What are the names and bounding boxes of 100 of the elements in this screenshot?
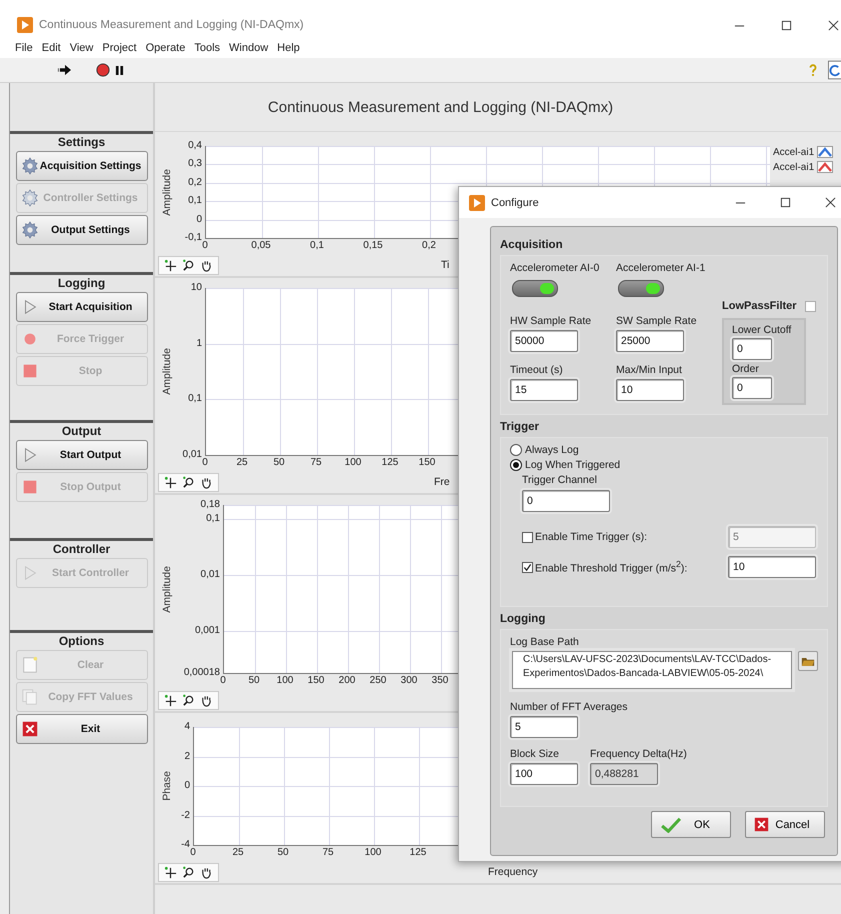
menu-item[interactable]: Help (277, 42, 300, 54)
maximize-icon[interactable] (780, 197, 791, 208)
cancel-button[interactable]: Cancel (745, 811, 825, 838)
checkbox[interactable] (804, 300, 816, 312)
crosshair-icon[interactable] (164, 694, 177, 706)
folder-icon (801, 656, 816, 666)
field-label: Frequency Delta(Hz) (590, 748, 687, 760)
input-field[interactable]: 0 (732, 377, 772, 399)
stop-icon[interactable] (96, 63, 110, 77)
hand-icon[interactable] (200, 866, 213, 878)
ok-button[interactable]: OK (651, 811, 731, 838)
group-title: Acquisition (500, 239, 564, 251)
graph-palette[interactable] (158, 690, 219, 710)
tick-label: 10 (190, 281, 202, 295)
axis-label: Amplitude (161, 168, 173, 216)
tick-label: 0,05 (251, 240, 271, 251)
menu-item[interactable]: Tools (194, 42, 220, 54)
menu-item[interactable]: Project (102, 42, 137, 54)
tick-label: 75 (322, 847, 334, 858)
input-field[interactable]: 50000 (510, 330, 578, 352)
field-label: SW Sample Rate (616, 315, 698, 327)
tick-label: 50 (273, 457, 285, 468)
hand-icon[interactable] (200, 476, 213, 488)
tick-label: 0 (220, 675, 226, 686)
legend-line-icon (817, 161, 834, 173)
tick-label: 200 (338, 675, 356, 686)
tick-label: 0,1 (206, 512, 220, 526)
input-field[interactable]: 25000 (616, 330, 684, 352)
menu-item[interactable]: View (70, 42, 94, 54)
tick-label: 1 (196, 336, 202, 351)
field-label: Lower Cutoff (732, 324, 792, 336)
menu-item[interactable]: Window (229, 42, 268, 54)
refresh-icon[interactable] (828, 60, 841, 80)
input-field[interactable]: 10 (616, 379, 684, 401)
close-icon[interactable] (828, 20, 839, 30)
graph-palette[interactable] (158, 256, 219, 274)
section-title: Logging (58, 276, 106, 290)
axis-label: Amplitude (161, 348, 173, 395)
side-button[interactable]: Exit (16, 714, 148, 744)
tick-label: 25 (232, 847, 244, 858)
tick-label: 350 (432, 675, 448, 686)
input-field[interactable]: 100 (510, 763, 578, 785)
crosshair-icon[interactable] (164, 866, 177, 878)
graph-palette[interactable] (158, 862, 219, 882)
crosshair-icon[interactable] (164, 258, 177, 272)
field-label: Timeout (s) (510, 364, 564, 376)
input-field[interactable]: 5 (510, 716, 578, 738)
tick-label: 0,01 (200, 568, 220, 582)
tick-label: 0,00018 (184, 666, 220, 680)
led-toggle[interactable] (512, 280, 558, 297)
menu-item[interactable]: Operate (146, 42, 186, 54)
tick-label: 0,3 (188, 157, 202, 172)
hand-icon[interactable] (200, 258, 213, 272)
radio-option[interactable]: Log When Triggered (510, 459, 620, 471)
close-icon (754, 817, 769, 832)
checkbox[interactable] (522, 532, 533, 542)
axis-label: Phase (161, 771, 173, 801)
led-toggle[interactable] (618, 280, 664, 297)
axis-label: Frequency (488, 866, 538, 878)
tick-label: 300 (400, 675, 418, 686)
tick-label: 0,2 (422, 240, 436, 251)
input-field[interactable]: 0 (732, 338, 772, 360)
group-title: Trigger (500, 421, 540, 433)
maximize-icon[interactable] (781, 20, 792, 30)
gear-icon (20, 157, 38, 175)
menu-item[interactable]: File (15, 42, 33, 54)
input-field[interactable]: 0 (522, 490, 610, 512)
legend-line-icon (817, 146, 834, 158)
path-field[interactable]: C:\Users\LAV-UFSC-2023\Documents\LAV-TCC\Dados- Experimentos\Dados-Bancada-LABVIEW\05-05-2024\ (512, 651, 792, 689)
gear-icon (20, 189, 38, 207)
checkbox[interactable] (522, 562, 533, 572)
field-label: Order (732, 363, 760, 375)
side-button[interactable]: Start Output (16, 440, 148, 470)
browse-button[interactable] (798, 651, 818, 671)
tick-label: 100 (364, 847, 382, 858)
side-button[interactable]: Start Acquisition (16, 292, 148, 322)
tick-label: 0,18 (200, 498, 220, 512)
zoom-icon[interactable] (182, 694, 195, 706)
menu-item[interactable]: Edit (42, 42, 61, 54)
side-button[interactable]: Output Settings (16, 215, 148, 245)
axis-label: Fre (434, 476, 450, 488)
tick-label: -4 (181, 838, 190, 852)
crosshair-icon[interactable] (164, 476, 177, 488)
close-icon[interactable] (825, 197, 836, 208)
tick-label: 4 (184, 720, 190, 734)
run-arrow-icon[interactable] (58, 64, 72, 76)
zoom-icon[interactable] (182, 866, 195, 878)
input-field[interactable]: 5 (728, 526, 816, 548)
input-field[interactable]: 15 (510, 379, 578, 401)
pause-icon[interactable] (115, 64, 124, 76)
radio-option[interactable]: Always Log (510, 444, 579, 456)
side-button[interactable]: Acquisition Settings (16, 151, 148, 181)
graph-palette[interactable] (158, 472, 219, 492)
hand-icon[interactable] (200, 694, 213, 706)
zoom-icon[interactable] (182, 476, 195, 488)
tick-label: 0,2 (188, 176, 202, 190)
tick-label: -2 (181, 808, 190, 822)
input-field[interactable]: 10 (728, 556, 816, 578)
tick-label: 0,01 (182, 448, 202, 462)
zoom-icon[interactable] (182, 258, 195, 272)
